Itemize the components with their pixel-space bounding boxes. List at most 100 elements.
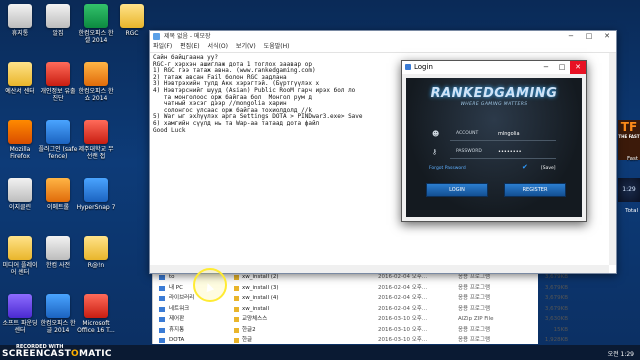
- file-icon: [234, 296, 239, 301]
- folder-icon: [8, 62, 32, 86]
- desktop-icon-privacy-check[interactable]: 개인정보 유출진단: [38, 62, 78, 102]
- promo-label: Fast: [626, 156, 638, 162]
- clock-app-shortcut[interactable]: 1:29: [618, 178, 640, 202]
- easyclean-icon: [8, 178, 32, 202]
- desktop-icon-media-player[interactable]: 미디어 플레이어 센터: [0, 236, 40, 276]
- zip-icon: [234, 317, 239, 322]
- taskbar-clock[interactable]: 오전 1:29: [608, 349, 634, 358]
- desktop-icon-jeju-wifi[interactable]: 제주대학교 무선랜 접: [76, 120, 116, 160]
- file-row[interactable]: 한글 2016-03-10 오후... 응용 프로그램 1,928KB: [228, 335, 568, 346]
- rankedgaming-logo: RANKEDGAMING: [430, 86, 558, 101]
- file-icon: [234, 275, 239, 280]
- app-icon: [405, 64, 411, 70]
- explorer-file-list: xw_install (2) 2016-02-04 오후... 응용 프로그램 3,6…: [228, 272, 568, 346]
- desktop-icon-office16[interactable]: Microsoft Office 16 T...: [76, 294, 116, 334]
- nav-item[interactable]: DOTA: [153, 335, 225, 346]
- register-button[interactable]: REGISTER: [504, 183, 566, 197]
- desktop-icon-firefox[interactable]: Mozilla Firefox: [0, 120, 40, 160]
- notepad-menubar: 파일(F) 편집(E) 서식(O) 보기(V) 도움말(H): [150, 42, 616, 53]
- menu-edit[interactable]: 편집(E): [180, 43, 200, 50]
- file-row[interactable]: xw_install 2016-02-04 오후... 응용 프로그램 3,679KB: [228, 304, 568, 315]
- screencast-watermark: SCREENCASTOMATIC: [2, 349, 112, 359]
- vertical-scrollbar[interactable]: [609, 53, 616, 265]
- dictionary-icon: [46, 236, 70, 260]
- file-row[interactable]: xw_install (4) 2016-02-04 오후... 응용 프로그램 3,6…: [228, 293, 568, 304]
- promo-subtitle: THE FAST: [618, 134, 640, 139]
- file-icon: [234, 327, 239, 333]
- account-field[interactable]: ☻ ACCOUNT mlngolia: [428, 129, 556, 141]
- file-icon: [234, 306, 239, 312]
- login-titlebar[interactable]: Login − □ ✕: [402, 61, 586, 74]
- save-checkbox[interactable]: ✔: [522, 163, 528, 171]
- hangul-icon: [46, 294, 70, 318]
- desktop-icon-hancom-dict[interactable]: 한컴 사전: [38, 236, 78, 269]
- minimize-button[interactable]: −: [538, 61, 554, 74]
- maximize-button[interactable]: □: [580, 31, 598, 42]
- file-icon: [234, 338, 239, 343]
- login-window: Login − □ ✕ RANKEDGAMING WHERE GAMING MA…: [401, 60, 587, 222]
- notepad-titlebar[interactable]: 제목 없음 - 메모장 − □ ✕: [150, 31, 616, 42]
- nav-item[interactable]: 제어판: [153, 314, 225, 325]
- soft-center-icon: [8, 294, 32, 318]
- file-row[interactable]: xw_install (3) 2016-02-04 오후... 응용 프로그램 3,6…: [228, 283, 568, 294]
- desktop-icon-hanshow[interactable]: 한컴오피스 한쇼 2014: [76, 62, 116, 102]
- folder-icon: [120, 4, 144, 28]
- file-row[interactable]: 한글2 2016-03-10 오후... 응용 프로그램 15KB: [228, 325, 568, 336]
- menu-help[interactable]: 도움말(H): [264, 43, 290, 50]
- desktop-icon-hangul[interactable]: 한컴오피스 한글 2014: [38, 294, 78, 334]
- desktop-icon-emetrol[interactable]: 이메트롤: [38, 178, 78, 211]
- hanshow-icon: [84, 62, 108, 86]
- clock-app-label: Total: [625, 208, 638, 214]
- login-title: Login: [414, 63, 433, 71]
- menu-view[interactable]: 보기(V): [236, 43, 256, 50]
- firefox-icon: [8, 120, 32, 144]
- desktop-icon-recycle-bin[interactable]: 휴지통: [0, 4, 40, 37]
- close-button[interactable]: ✕: [570, 61, 586, 74]
- login-button[interactable]: LOGIN: [426, 183, 488, 197]
- nav-item[interactable]: 휴지통: [153, 325, 225, 336]
- close-button[interactable]: ✕: [598, 31, 616, 42]
- desktop-icon-budget-center[interactable]: 예산서 센터: [0, 62, 40, 95]
- desktop-icon-alzip[interactable]: 알집: [38, 4, 78, 37]
- file-row[interactable]: 교양체스스 2016-03-10 오후... AlZip ZIP File 3,630…: [228, 314, 568, 325]
- desktop-icon-hancell[interactable]: 한컴오피스 한셀 2014: [76, 4, 116, 44]
- window-controls: − □ ✕: [562, 31, 616, 42]
- save-label: [Save]: [541, 166, 556, 171]
- privacy-scan-icon: [46, 62, 70, 86]
- hancell-icon: [84, 4, 108, 28]
- folder-icon: [159, 275, 165, 280]
- folder-icon: [84, 236, 108, 260]
- media-player-icon: [8, 236, 32, 260]
- wifi-icon: [84, 120, 108, 144]
- desktop-icon-hypersnap[interactable]: HyperSnap 7: [76, 178, 116, 211]
- desktop-icon-rgc[interactable]: RGC: [112, 4, 152, 37]
- notepad-icon: [153, 33, 160, 40]
- file-icon: [234, 285, 239, 291]
- forgot-password-link[interactable]: Forgot Password: [429, 166, 466, 171]
- desktop-icon-soft-center[interactable]: 소프트 파운딩 센터: [0, 294, 40, 334]
- pc-icon: [159, 285, 165, 291]
- notepad-title: 제목 없음 - 메모장: [164, 33, 211, 40]
- window-controls: − □ ✕: [538, 61, 586, 74]
- minimize-button[interactable]: −: [562, 31, 580, 42]
- promo-shortcut[interactable]: TF THE FAST: [618, 120, 640, 160]
- library-icon: [159, 296, 165, 301]
- menu-file[interactable]: 파일(F): [153, 43, 172, 50]
- key-icon: ⚷: [432, 148, 438, 156]
- account-input[interactable]: mlngolia: [498, 131, 520, 137]
- emetrol-icon: [46, 178, 70, 202]
- desktop-icon-rain[interactable]: R@!n: [76, 236, 116, 269]
- menu-format[interactable]: 서식(O): [208, 43, 228, 50]
- nav-item[interactable]: 네트워크: [153, 304, 225, 315]
- logo-tagline: WHERE GAMING MATTERS: [460, 102, 528, 107]
- password-field[interactable]: ⚷ PASSWORD ••••••••: [428, 147, 556, 159]
- user-icon: ☻: [432, 130, 440, 138]
- maximize-button[interactable]: □: [554, 61, 570, 74]
- desktop-icon-easyclean[interactable]: 이지클린: [0, 178, 40, 211]
- field-underline: [450, 140, 556, 141]
- desktop-icon-safefence[interactable]: 플러그인 (safe fence): [38, 120, 78, 160]
- network-icon: [159, 306, 165, 312]
- account-label: ACCOUNT: [456, 131, 479, 136]
- password-input[interactable]: ••••••••: [498, 149, 522, 155]
- recycle-bin-icon: [159, 327, 165, 333]
